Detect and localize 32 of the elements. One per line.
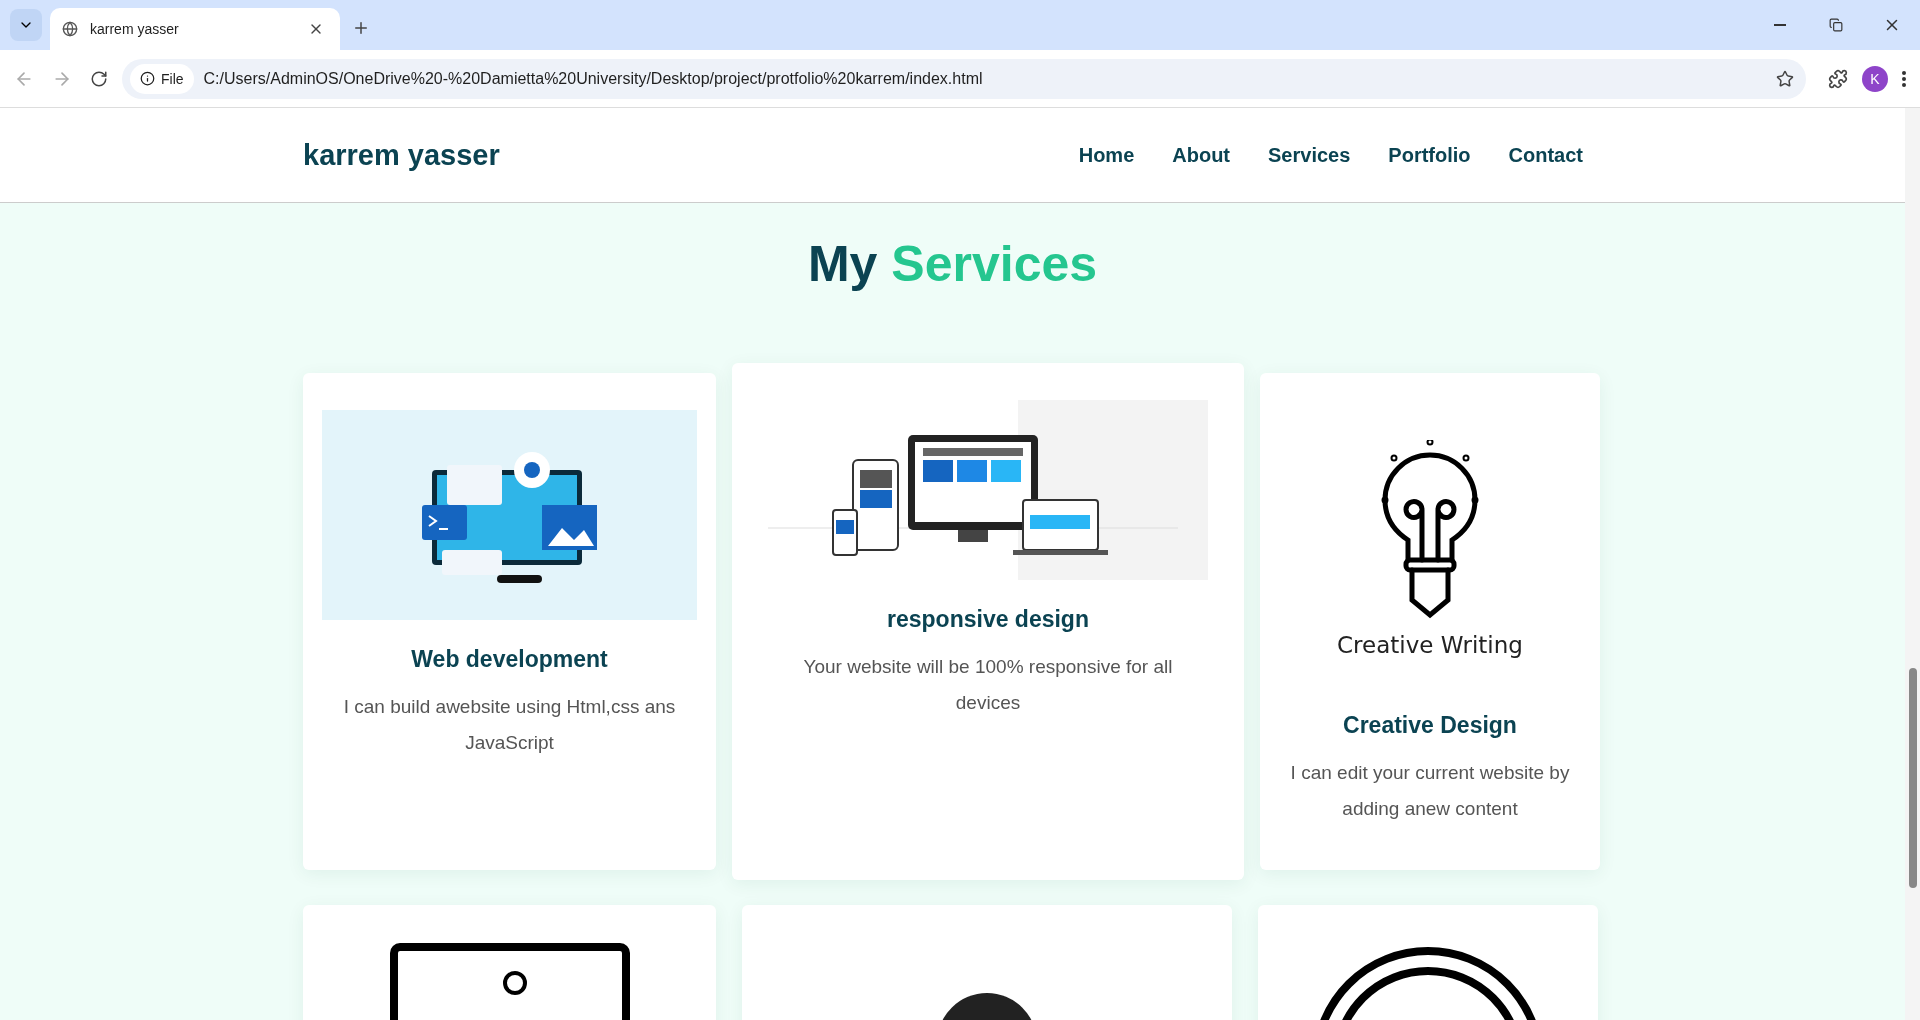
tab-title: karrem yasser bbox=[90, 21, 180, 37]
info-icon bbox=[140, 71, 155, 86]
puzzle-icon bbox=[1828, 68, 1848, 89]
plus-icon bbox=[352, 19, 370, 37]
service-description: Your website will be 100% responsive for all devices bbox=[802, 655, 1174, 715]
url-text: C:/Users/AdminOS/OneDrive%20-%20Damietta%20University/Desktop/project/protfolio%20karrem/index.html bbox=[203, 69, 984, 88]
nav-link[interactable]: Services bbox=[1268, 143, 1351, 167]
more-icon bbox=[1902, 70, 1906, 87]
browser-tab[interactable]: karrem yasser bbox=[50, 8, 340, 50]
scrollbar[interactable] bbox=[1905, 108, 1920, 1020]
minimize-icon bbox=[1774, 24, 1786, 26]
nav-link[interactable]: About bbox=[1172, 143, 1231, 167]
nav-link[interactable]: Portfolio bbox=[1388, 143, 1471, 167]
nav-link[interactable]: Home bbox=[1078, 143, 1135, 167]
service-description: I can edit your current website by adding anew content bbox=[1289, 761, 1571, 821]
restore-icon bbox=[1829, 18, 1843, 32]
service-title: Web development bbox=[411, 646, 608, 673]
reload-icon bbox=[90, 69, 108, 88]
globe-icon bbox=[62, 21, 78, 37]
site-logo[interactable]: karrem yasser bbox=[303, 138, 500, 172]
service-description: I can build awebsite using Html,css ans JavaScript bbox=[342, 695, 677, 755]
scrollbar-thumb[interactable] bbox=[1908, 668, 1917, 888]
site-info-chip[interactable]: File bbox=[130, 63, 194, 94]
profile-avatar[interactable]: K bbox=[1862, 65, 1888, 92]
nav-link[interactable]: Contact bbox=[1508, 143, 1583, 167]
service-title: Creative Design bbox=[1343, 712, 1517, 739]
image-caption: Creative Writing bbox=[1337, 632, 1523, 658]
section-title: My Services bbox=[806, 235, 1099, 293]
service-title: responsive design bbox=[887, 606, 1089, 633]
address-bar[interactable]: File C:/Users/AdminOS/OneDrive%20-%20Damietta%20University/Desktop/project/protfolio%20karrem/index.html bbox=[122, 58, 1806, 99]
star-icon bbox=[1776, 69, 1794, 88]
tab-list-button[interactable] bbox=[10, 9, 42, 41]
